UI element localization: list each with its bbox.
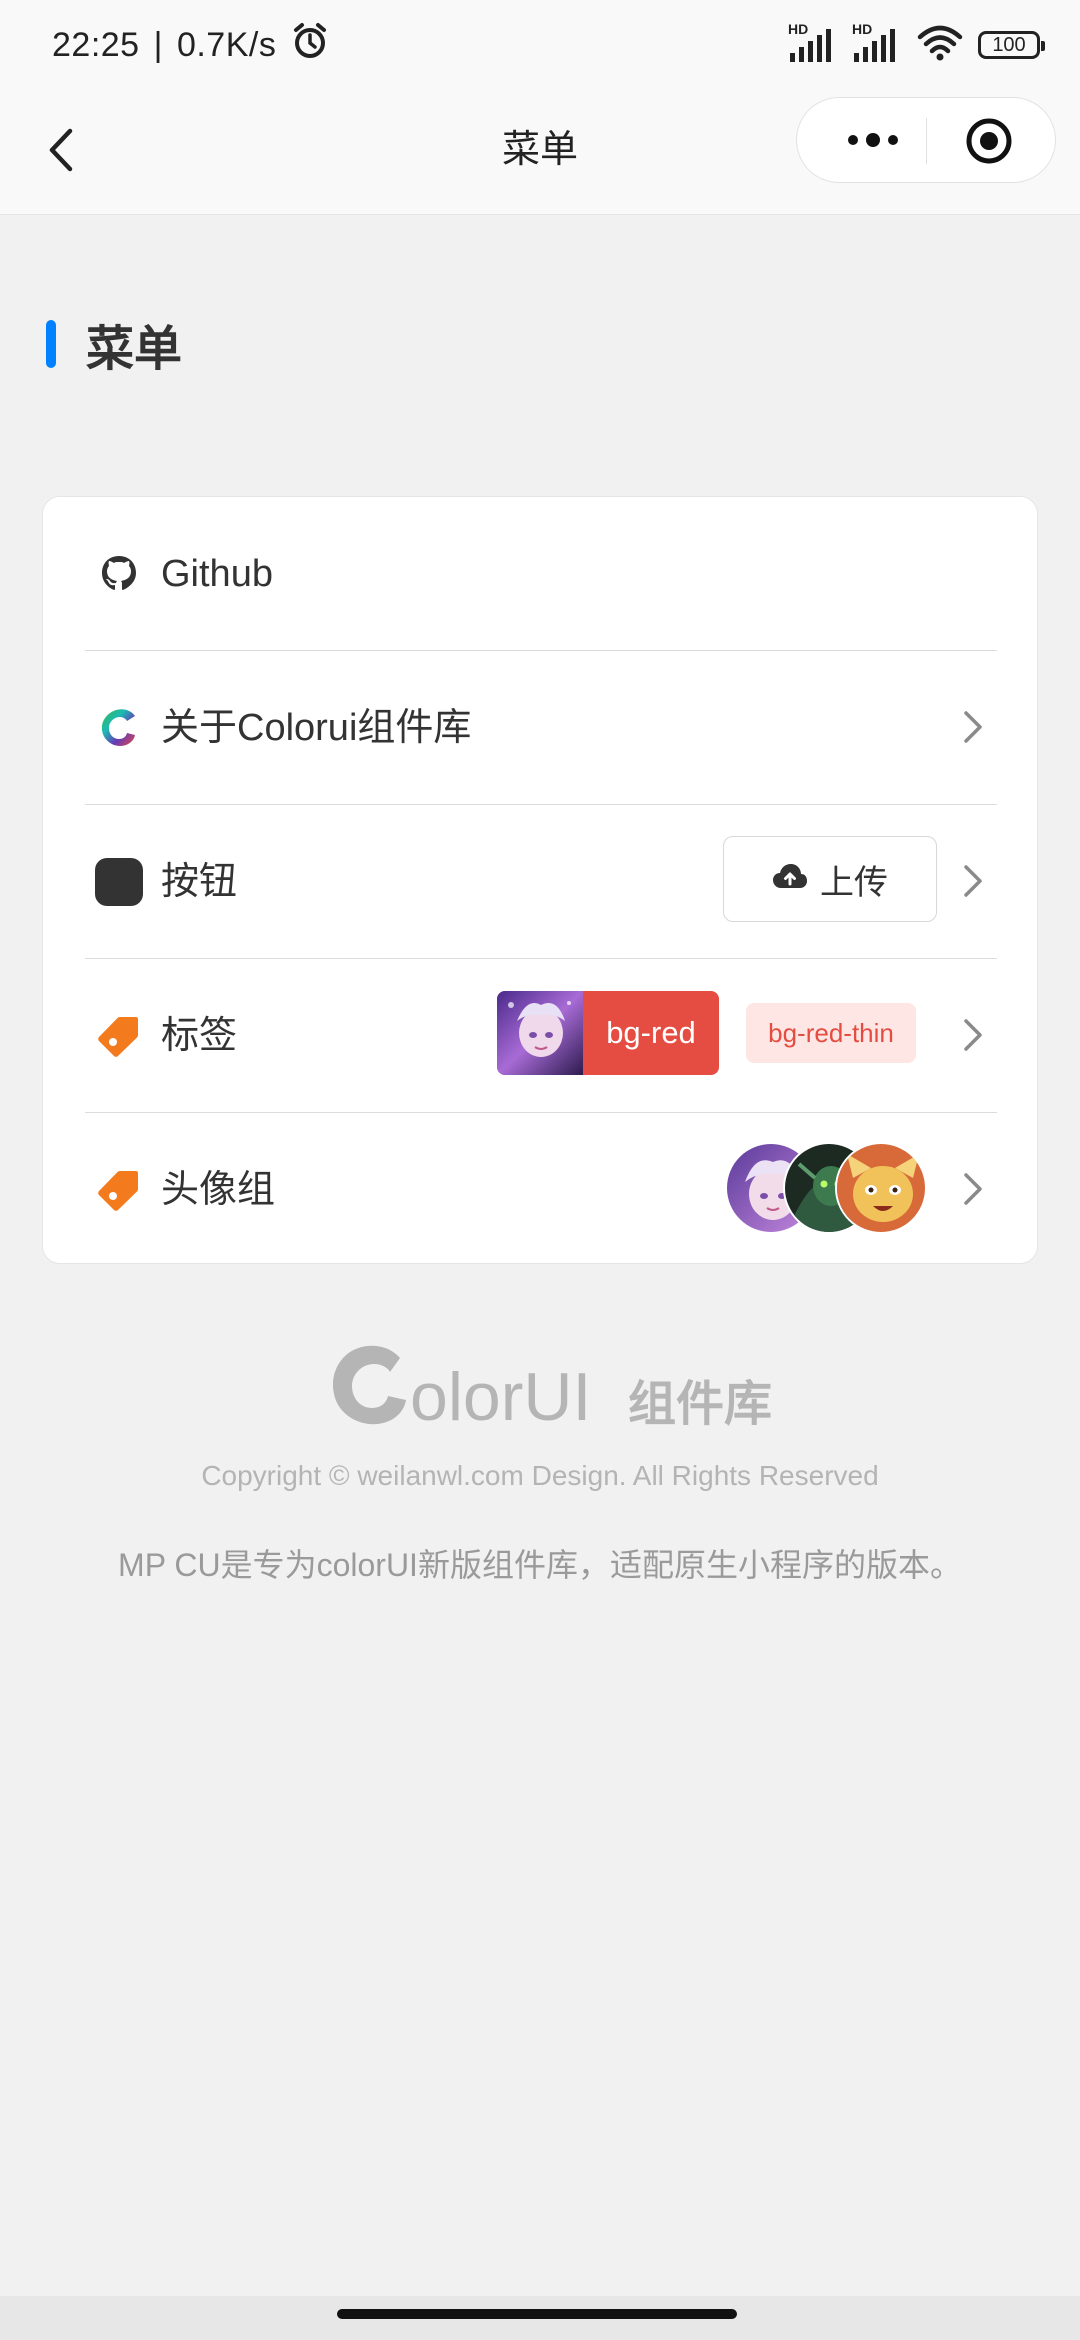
wifi-icon (916, 23, 964, 68)
battery-level: 100 (992, 33, 1026, 56)
logo-text: olorUI (410, 1359, 591, 1435)
menu-card: Github 关于Colorui组件库 按钮 标签 头像组 上传 bg-red … (42, 496, 1038, 1264)
github-icon (93, 548, 145, 600)
tag-avatar-image (497, 991, 583, 1075)
cloud-upload-icon (772, 860, 808, 899)
status-left: 22:25 | 0.7K/s (52, 20, 330, 70)
home-indicator[interactable] (337, 2309, 737, 2319)
chevron-right-icon (953, 707, 993, 747)
upload-button[interactable]: 上传 (723, 836, 937, 922)
chevron-right-icon (953, 1015, 993, 1055)
capsule-divider (926, 118, 927, 164)
menu-item-label: 标签 (161, 1015, 238, 1057)
alarm-icon (290, 21, 330, 70)
close-target-icon[interactable] (965, 117, 1013, 165)
signal-icon: HD (788, 21, 838, 65)
status-right: HD HD 100 (788, 21, 1045, 68)
mini-program-capsule (796, 97, 1056, 183)
status-separator: | (153, 25, 163, 64)
description-text: MP CU是专为colorUI新版组件库，适配原生小程序的版本。 (118, 1547, 962, 1583)
menu-item-label: 头像组 (161, 1169, 276, 1211)
signal-icon: HD (852, 21, 902, 65)
avatar (835, 1142, 927, 1234)
tag-icon (93, 1010, 145, 1062)
network-speed: 0.7K/s (176, 25, 277, 64)
logo-text-cn: 组件库 (628, 1376, 772, 1432)
rounded-square-icon (93, 856, 145, 908)
tag-icon (93, 1164, 145, 1216)
section-accent-bar (46, 320, 56, 368)
menu-item-about-colorui[interactable]: 关于Colorui组件库 (43, 651, 1039, 805)
colorui-logo-icon (93, 702, 145, 754)
upload-button-label: 上传 (820, 863, 888, 902)
chevron-right-icon (953, 861, 993, 901)
chevron-right-icon (953, 1169, 993, 1209)
section-title-text: 菜单 (86, 323, 183, 376)
tag-label: bg-red (606, 1015, 696, 1050)
copyright-text: Copyright © weilanwl.com Design. All Rig… (201, 1460, 879, 1491)
colorui-brand-logo: olorUI 组件库 (0, 1330, 1080, 1440)
section-title: 菜单 (46, 318, 182, 376)
menu-item-label: Github (161, 553, 273, 595)
status-time: 22:25 (52, 25, 140, 64)
menu-item-label: 关于Colorui组件库 (161, 707, 472, 749)
battery-icon: 100 (978, 31, 1045, 59)
tag-bg-red-thin: bg-red-thin (746, 1003, 916, 1063)
nav-bar: 菜单 (0, 90, 1080, 215)
status-bar: 22:25 | 0.7K/s HD HD 100 (0, 0, 1080, 90)
menu-item-label: 按钮 (161, 861, 238, 903)
tag-bg-red: bg-red (497, 991, 719, 1075)
menu-item-github[interactable]: Github (43, 497, 1039, 651)
avatar-group (683, 1142, 927, 1234)
more-icon[interactable] (833, 120, 913, 160)
